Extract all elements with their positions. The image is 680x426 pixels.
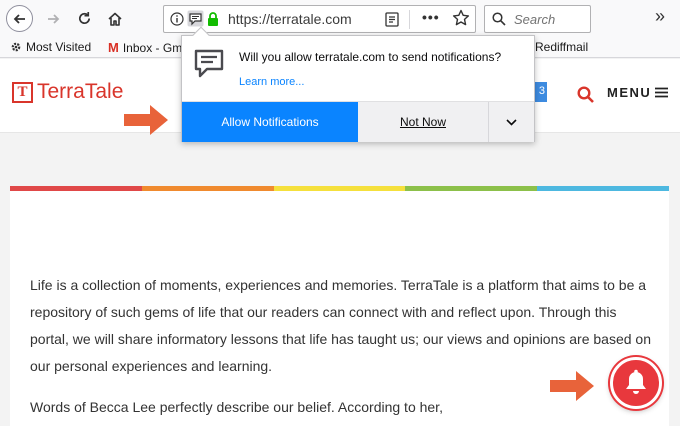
notification-bell-button[interactable]	[610, 357, 662, 409]
home-button[interactable]	[101, 5, 128, 32]
menu-button[interactable]: MENU	[607, 85, 669, 100]
logo-mark: T	[12, 81, 33, 103]
reload-icon	[79, 11, 91, 24]
arrow-pointer-icon	[550, 371, 594, 401]
menu-label: MENU	[607, 85, 652, 100]
popup-message: Will you allow terratale.com to send not…	[239, 50, 502, 64]
reader-view-icon[interactable]	[385, 12, 399, 27]
more-options-dropdown[interactable]	[489, 102, 534, 142]
page-actions-button[interactable]: •••	[422, 9, 440, 25]
logo-text: TerraTale	[37, 80, 124, 103]
url-text[interactable]: https://terratale.com	[228, 11, 352, 27]
bookmark-most-visited[interactable]: Most Visited	[10, 40, 91, 54]
bookmark-gmail[interactable]: M Inbox - Gm	[108, 40, 182, 55]
notification-permission-popup: Will you allow terratale.com to send not…	[181, 26, 535, 142]
stripe-segment	[537, 186, 669, 191]
url-bar[interactable]: https://terratale.com •••	[163, 5, 476, 33]
popup-actions: Allow Notifications Not Now	[182, 101, 534, 142]
forward-arrow-icon	[47, 13, 59, 24]
hamburger-icon	[655, 87, 669, 98]
bookmark-star-icon[interactable]	[452, 9, 470, 27]
gear-icon	[11, 42, 21, 52]
back-arrow-icon	[13, 13, 25, 24]
not-now-button[interactable]: Not Now	[358, 102, 489, 142]
reload-button[interactable]	[71, 5, 98, 32]
bookmark-label: Rediffmail	[535, 40, 589, 54]
learn-more-link[interactable]: Learn more...	[239, 76, 304, 88]
back-button[interactable]	[6, 5, 33, 32]
forward-button[interactable]	[39, 5, 66, 32]
search-icon	[492, 12, 506, 26]
stripe-segment	[141, 186, 274, 191]
stripe-segment	[273, 186, 406, 191]
gmail-icon: M	[108, 40, 119, 55]
allow-notifications-button[interactable]: Allow Notifications	[182, 102, 358, 142]
bookmark-rediffmail[interactable]: Rediffmail	[535, 40, 588, 54]
bell-icon	[626, 369, 646, 394]
site-logo[interactable]: T TerraTale	[12, 80, 123, 104]
home-icon	[107, 12, 122, 26]
notification-permission-icon[interactable]	[187, 10, 204, 27]
info-icon[interactable]	[170, 12, 184, 26]
lock-icon	[208, 12, 218, 26]
bookmark-label: Most Visited	[26, 40, 92, 54]
stripe-segment	[405, 186, 538, 191]
browser-toolbar: https://terratale.com ••• Search »	[0, 0, 680, 37]
url-separator	[409, 10, 410, 29]
notification-chat-icon	[194, 49, 224, 78]
stripe-segment	[10, 186, 142, 191]
chevron-down-icon	[506, 118, 517, 126]
site-search-icon[interactable]	[577, 86, 594, 103]
arrow-pointer-icon	[124, 105, 168, 135]
color-stripe	[10, 186, 669, 191]
intro-paragraph: Life is a collection of moments, experie…	[30, 277, 652, 374]
overflow-menu-button[interactable]: »	[655, 6, 665, 27]
partial-badge[interactable]: 3	[533, 82, 547, 102]
not-now-label: Not Now	[399, 115, 446, 129]
search-placeholder: Search	[514, 12, 556, 27]
bookmark-label: Inbox - Gm	[122, 40, 183, 55]
search-input[interactable]: Search	[484, 5, 591, 33]
